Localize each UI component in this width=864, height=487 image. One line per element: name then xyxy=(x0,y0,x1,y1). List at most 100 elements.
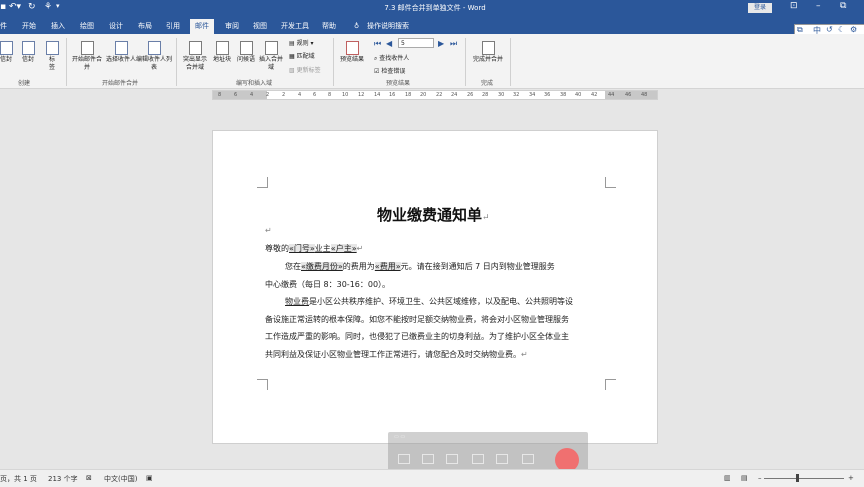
first-record-icon[interactable]: ⏮ xyxy=(374,39,381,49)
tab-file[interactable]: 件 xyxy=(0,19,7,34)
redo-icon[interactable]: ↻ xyxy=(28,2,36,12)
tab-developer[interactable]: 开发工具 xyxy=(281,19,309,34)
screen-icon[interactable] xyxy=(398,454,410,464)
insert-merge-field-button[interactable]: 插入合并域 xyxy=(259,41,283,72)
ruler-tick: 12 xyxy=(358,92,365,98)
customize-qat-icon[interactable]: ⚘ xyxy=(44,2,52,12)
microphone-icon[interactable] xyxy=(496,454,508,464)
recipients-icon xyxy=(114,41,128,55)
ribbon: 信封 信封 标签 创建 开始邮件合并 选择收件人 编辑收件人列表 开始邮件合并 … xyxy=(0,34,864,89)
edit-recipient-list-button[interactable]: 编辑收件人列表 xyxy=(136,41,172,72)
ruler-tick: 32 xyxy=(513,92,520,98)
document-page[interactable]: 物业缴费通知单↵ ↵ 尊敬的«门号»业主«户主»↵ 您在«缴费月份»的费用为«费… xyxy=(212,130,658,444)
macro-icon[interactable]: ▣ xyxy=(146,474,153,482)
highlight-fields-button[interactable]: 突出显示合并域 xyxy=(180,41,210,72)
merge-field-owner[interactable]: «户主» xyxy=(330,244,357,253)
zoom-out-icon[interactable]: – xyxy=(758,474,762,482)
ruler-tick: 2 xyxy=(266,92,270,98)
salutation-line: 尊敬的«门号»业主«户主»↵ xyxy=(265,244,364,253)
tab-view[interactable]: 视图 xyxy=(253,19,267,34)
ruler-tick: 22 xyxy=(436,92,443,98)
previous-record-icon[interactable]: ◀ xyxy=(386,39,392,48)
rules-button[interactable]: ▤ 规则 ▾ xyxy=(289,38,314,47)
settings-icon: ⚙ xyxy=(850,25,858,34)
rules-icon: ▤ xyxy=(289,40,295,47)
ruler-tick: 18 xyxy=(405,92,412,98)
proofing-icon[interactable]: ⊠ xyxy=(86,474,92,482)
margin-corner xyxy=(257,379,268,390)
language[interactable]: 中文(中国) xyxy=(104,474,137,484)
zoom-slider[interactable] xyxy=(764,478,844,479)
zoom-slider-thumb[interactable] xyxy=(796,474,799,482)
body-line-1: 您在«缴费月份»的费用为«费用»元。请在接到通知后 7 日内到物业管理服务 xyxy=(285,262,555,271)
find-recipient-button[interactable]: ⌕ 查找收件人 xyxy=(374,53,409,63)
horizontal-ruler[interactable]: 8 6 4 2 2 4 6 8 10 12 14 16 18 20 22 24 … xyxy=(212,90,658,100)
select-recipients-button[interactable]: 选择收件人 xyxy=(105,41,137,64)
tell-me-search[interactable]: 操作说明搜索 xyxy=(367,19,409,34)
word-count[interactable]: 213 个字 xyxy=(48,474,78,484)
group-preview-label: 预览结果 xyxy=(386,80,411,87)
undo-icon[interactable]: ↶▾ xyxy=(9,2,21,12)
finish-merge-button[interactable]: 完成并合并 xyxy=(470,41,506,64)
preview-results-button[interactable]: 预览结果 xyxy=(337,41,367,64)
ruler-tick: 34 xyxy=(529,92,536,98)
status-bar: 页，共 1 页 213 个字 ⊠ 中文(中国) ▣ ▥ ▤ – + xyxy=(0,469,864,487)
minimize-icon[interactable]: – xyxy=(816,1,821,11)
body-line-4: 备设施正常运转的根本保障。如您不能按时足额交纳物业费，将会对小区物业管理服务 xyxy=(265,315,569,324)
merge-field-month[interactable]: «缴费月份» xyxy=(301,262,343,271)
match-fields-label: 匹配域 xyxy=(296,53,315,60)
save-icon[interactable]: ▪ xyxy=(0,2,6,12)
ruler-tick: 38 xyxy=(560,92,567,98)
ribbon-display-icon[interactable]: ⊡ xyxy=(790,1,798,11)
read-mode-icon[interactable]: ▥ xyxy=(724,474,731,482)
settings-icon[interactable] xyxy=(472,454,484,464)
ruler-tick: 4 xyxy=(298,92,302,98)
restore-icon[interactable]: ⧉ xyxy=(840,1,846,11)
select-recipients-label: 选择收件人 xyxy=(106,56,137,63)
insert-field-icon xyxy=(264,41,278,55)
envelopes-button[interactable]: 信封 xyxy=(18,41,38,64)
tab-help[interactable]: 帮助 xyxy=(322,19,336,34)
page-count[interactable]: 页，共 1 页 xyxy=(0,474,37,484)
body-line-2: 中心缴费（每日 8：30-16：00）。 xyxy=(265,280,391,289)
start-mail-merge-button[interactable]: 开始邮件合并 xyxy=(71,41,103,72)
insert-merge-field-label: 插入合并域 xyxy=(259,56,284,71)
group-start-label: 开始邮件合并 xyxy=(102,80,139,87)
camera-icon[interactable] xyxy=(446,454,458,464)
zoom-in-icon[interactable]: + xyxy=(848,474,854,482)
next-record-icon[interactable]: ▶ xyxy=(438,39,444,48)
check-errors-button[interactable]: ☑ 检查错误 xyxy=(374,66,405,75)
last-record-icon[interactable]: ⏭ xyxy=(450,39,457,49)
tab-layout[interactable]: 布局 xyxy=(138,19,152,34)
window-icon[interactable] xyxy=(422,454,434,464)
login-button[interactable]: 登录 xyxy=(748,3,772,13)
tab-home[interactable]: 开始 xyxy=(22,19,36,34)
address-block-button[interactable]: 地址块 xyxy=(211,41,233,64)
group-fields-label: 编写和插入域 xyxy=(236,80,273,87)
find-icon: ⌕ xyxy=(374,55,378,62)
tab-references[interactable]: 引用 xyxy=(166,19,180,34)
tab-design[interactable]: 设计 xyxy=(109,19,123,34)
update-labels-button[interactable]: ▧ 更新标签 xyxy=(289,65,321,74)
merge-field-fee[interactable]: «费用» xyxy=(374,262,401,271)
greeting-line-button[interactable]: 问候语 xyxy=(235,41,257,64)
labels-button[interactable]: 标签 xyxy=(42,41,62,72)
envelope-button[interactable]: 信封 xyxy=(0,41,16,64)
highlight-icon xyxy=(188,41,202,55)
greeting-icon xyxy=(239,41,253,55)
tab-draw[interactable]: 绘图 xyxy=(80,19,94,34)
ruler-tick: 36 xyxy=(544,92,551,98)
tab-mailings[interactable]: 邮件 xyxy=(190,19,214,34)
envelopes-label: 信封 xyxy=(21,56,34,63)
match-fields-button[interactable]: ▦ 匹配域 xyxy=(289,51,315,60)
print-layout-icon[interactable]: ▤ xyxy=(741,474,748,482)
document-icon xyxy=(80,41,94,55)
volume-icon[interactable] xyxy=(522,454,534,464)
qat-dropdown-icon[interactable]: ▾ xyxy=(56,2,60,10)
ruler-tick: 10 xyxy=(342,92,349,98)
tab-insert[interactable]: 插入 xyxy=(51,19,65,34)
tab-review[interactable]: 审阅 xyxy=(225,19,239,34)
merge-field-door[interactable]: «门号» xyxy=(289,244,315,253)
ruler-tick: 4 xyxy=(250,92,254,98)
record-number-input[interactable]: 5 xyxy=(398,38,434,48)
